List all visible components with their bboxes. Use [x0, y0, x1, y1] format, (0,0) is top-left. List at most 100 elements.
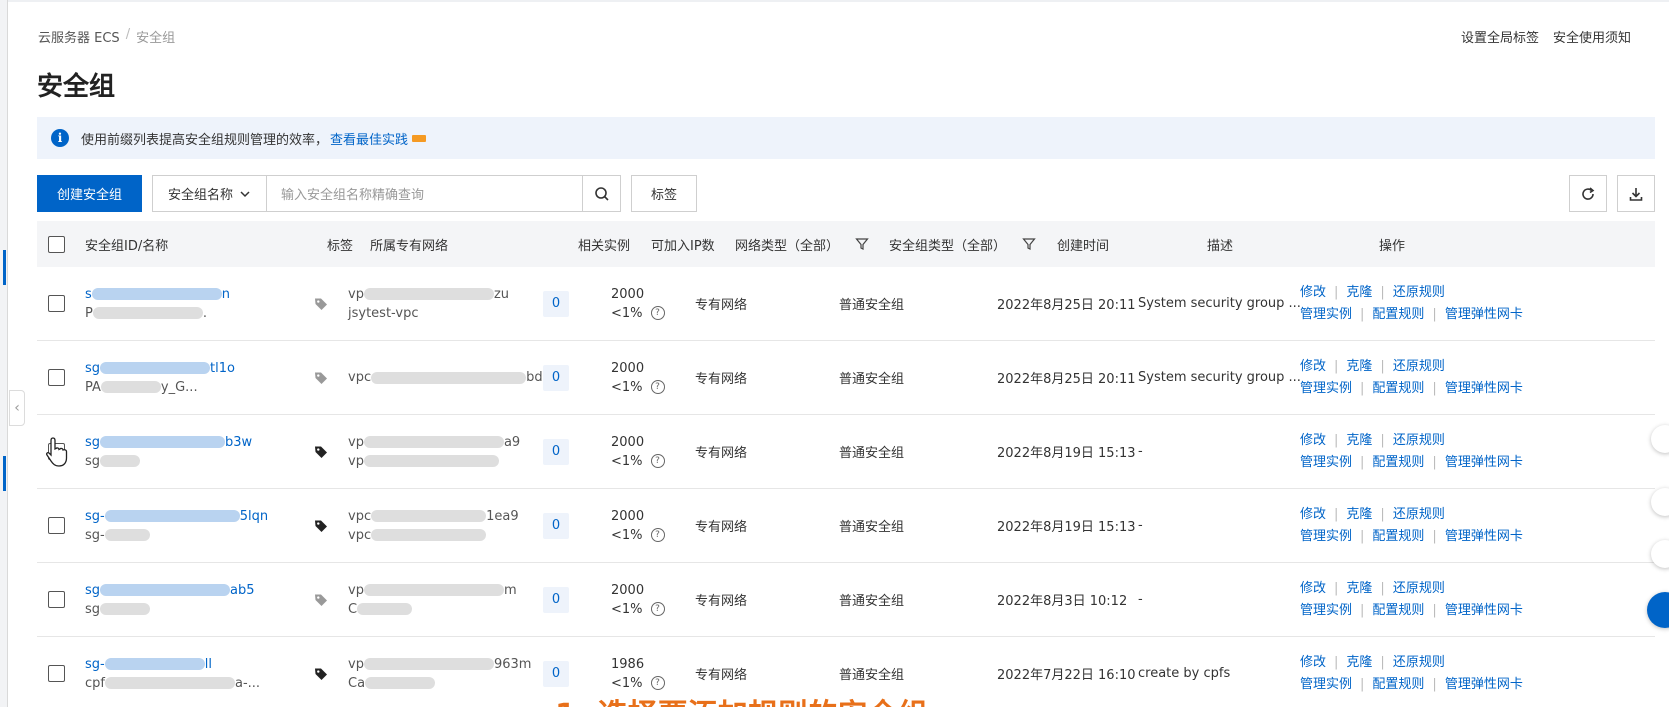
table-row[interactable]: sg- 5lqn sg- vpc 1ea9 vpc 0 2000 <1% ? 专… — [37, 489, 1655, 563]
breadcrumb-parent[interactable]: 云服务器 ECS — [38, 27, 120, 46]
help-icon[interactable]: ? — [650, 454, 665, 468]
edit-link[interactable]: 修改 — [1300, 433, 1326, 448]
vpc-id[interactable]: vpc bdi — [348, 368, 546, 387]
manage-instances-link[interactable]: 管理实例 — [1300, 381, 1352, 396]
help-icon[interactable]: ? — [650, 528, 665, 542]
filter-icon[interactable] — [1022, 237, 1036, 251]
vpc-id[interactable]: vpc 1ea9 — [348, 507, 519, 526]
manage-eni-link[interactable]: 管理弹性网卡 — [1445, 381, 1523, 396]
sg-id-prefix: sg — [85, 360, 101, 376]
tag-icon[interactable] — [314, 371, 328, 385]
security-group-id-link[interactable]: sg ab5 — [85, 581, 255, 600]
security-group-id-link[interactable]: sn — [85, 285, 230, 304]
edit-link[interactable]: 修改 — [1300, 655, 1326, 670]
configure-rules-link[interactable]: 配置规则 — [1372, 455, 1424, 470]
create-security-group-button[interactable]: 创建安全组 — [37, 175, 143, 212]
tag-icon[interactable] — [314, 445, 328, 459]
vpc-name: Ca — [348, 674, 531, 693]
instance-count[interactable]: 0 — [543, 586, 569, 613]
vpc-id[interactable]: vp m — [348, 581, 517, 600]
instance-count[interactable]: 0 — [543, 438, 569, 465]
help-icon[interactable]: ? — [650, 380, 665, 394]
manage-instances-link[interactable]: 管理实例 — [1300, 603, 1352, 618]
configure-rules-link[interactable]: 配置规则 — [1372, 307, 1424, 322]
sidebar-collapse-handle[interactable]: ‹ — [9, 390, 25, 426]
security-group-id-link[interactable]: sg tl1o — [85, 359, 235, 378]
help-icon[interactable]: ? — [650, 676, 665, 690]
instance-count[interactable]: 0 — [543, 660, 569, 687]
tag-icon[interactable] — [314, 297, 328, 311]
table-row[interactable]: sg tl1o PA y_G... vpc bdi 0 2000 <1% ? 专… — [37, 341, 1655, 415]
manage-instances-link[interactable]: 管理实例 — [1300, 307, 1352, 322]
table-row[interactable]: sg b3w sg vp a9 vp 0 2000 <1%? 专有网络 普通安全… — [37, 415, 1655, 489]
configure-rules-link[interactable]: 配置规则 — [1372, 603, 1424, 618]
help-icon[interactable]: ? — [650, 602, 665, 616]
security-group-id-link[interactable]: sg-ll — [85, 655, 260, 674]
manage-eni-link[interactable]: 管理弹性网卡 — [1445, 307, 1523, 322]
security-notice-link[interactable]: 安全使用须知 — [1553, 27, 1631, 46]
clone-link[interactable]: 克隆 — [1346, 285, 1372, 300]
clone-link[interactable]: 克隆 — [1346, 655, 1372, 670]
tag-icon[interactable] — [314, 519, 328, 533]
instance-count[interactable]: 0 — [543, 512, 569, 539]
restore-rules-link[interactable]: 还原规则 — [1393, 285, 1445, 300]
download-button[interactable] — [1617, 175, 1655, 212]
vpc-id-suffix: 1ea9 — [486, 508, 519, 524]
table-row[interactable]: sn P. vp zu jsytest-vpc 0 2000 <1%? 专有网络… — [37, 267, 1655, 341]
manage-eni-link[interactable]: 管理弹性网卡 — [1445, 529, 1523, 544]
table-row[interactable]: sg ab5 sg vp m C 0 2000 <1%? 专有网络 普通安全组 … — [37, 563, 1655, 637]
search-field-select[interactable]: 安全组名称 — [152, 175, 268, 212]
security-group-id-link[interactable]: sg b3w — [85, 433, 252, 452]
configure-rules-link[interactable]: 配置规则 — [1372, 381, 1424, 396]
global-tag-settings-link[interactable]: 设置全局标签 — [1461, 27, 1539, 46]
search-button[interactable] — [583, 175, 622, 212]
configure-rules-link[interactable]: 配置规则 — [1372, 529, 1424, 544]
clone-link[interactable]: 克隆 — [1346, 433, 1372, 448]
instance-count[interactable]: 0 — [543, 364, 569, 391]
configure-rules-link[interactable]: 配置规则 — [1372, 677, 1424, 692]
row-checkbox[interactable] — [48, 369, 65, 386]
instance-count[interactable]: 0 — [543, 290, 569, 317]
row-checkbox[interactable] — [48, 591, 65, 608]
edit-link[interactable]: 修改 — [1300, 581, 1326, 596]
tag-filter-button[interactable]: 标签 — [631, 175, 698, 212]
manage-instances-link[interactable]: 管理实例 — [1300, 455, 1352, 470]
info-icon: i — [51, 129, 69, 147]
search-input[interactable]: 输入安全组名称精确查询 — [267, 175, 584, 212]
manage-eni-link[interactable]: 管理弹性网卡 — [1445, 455, 1523, 470]
tag-icon[interactable] — [314, 667, 328, 681]
divider: | — [1380, 506, 1385, 522]
clone-link[interactable]: 克隆 — [1346, 359, 1372, 374]
manage-instances-link[interactable]: 管理实例 — [1300, 529, 1352, 544]
edit-link[interactable]: 修改 — [1300, 359, 1326, 374]
security-group-id-link[interactable]: sg- 5lqn — [85, 507, 268, 526]
filter-icon[interactable] — [855, 237, 869, 251]
vpc-id[interactable]: vp 963m — [348, 655, 531, 674]
clone-link[interactable]: 克隆 — [1346, 581, 1372, 596]
edit-link[interactable]: 修改 — [1300, 507, 1326, 522]
restore-rules-link[interactable]: 还原规则 — [1393, 433, 1445, 448]
ops-row-2: 管理实例 | 配置规则 | 管理弹性网卡 — [1300, 452, 1523, 474]
vpc-id[interactable]: vp zu — [348, 285, 509, 304]
breadcrumb-separator: / — [125, 27, 131, 42]
restore-rules-link[interactable]: 还原规则 — [1393, 507, 1445, 522]
clone-link[interactable]: 克隆 — [1346, 507, 1372, 522]
row-checkbox[interactable] — [48, 295, 65, 312]
tag-icon[interactable] — [314, 593, 328, 607]
divider: | — [1432, 676, 1437, 692]
edit-link[interactable]: 修改 — [1300, 285, 1326, 300]
restore-rules-link[interactable]: 还原规则 — [1393, 581, 1445, 596]
row-checkbox[interactable] — [48, 517, 65, 534]
manage-eni-link[interactable]: 管理弹性网卡 — [1445, 677, 1523, 692]
restore-rules-link[interactable]: 还原规则 — [1393, 359, 1445, 374]
divider: | — [1334, 432, 1339, 448]
row-checkbox[interactable] — [48, 665, 65, 682]
manage-instances-link[interactable]: 管理实例 — [1300, 677, 1352, 692]
restore-rules-link[interactable]: 还原规则 — [1393, 655, 1445, 670]
select-all-checkbox[interactable] — [48, 235, 65, 253]
manage-eni-link[interactable]: 管理弹性网卡 — [1445, 603, 1523, 618]
help-icon[interactable]: ? — [650, 306, 665, 320]
vpc-id[interactable]: vp a9 — [348, 433, 520, 452]
best-practice-link[interactable]: 查看最佳实践 — [330, 129, 408, 148]
refresh-button[interactable] — [1569, 175, 1607, 212]
